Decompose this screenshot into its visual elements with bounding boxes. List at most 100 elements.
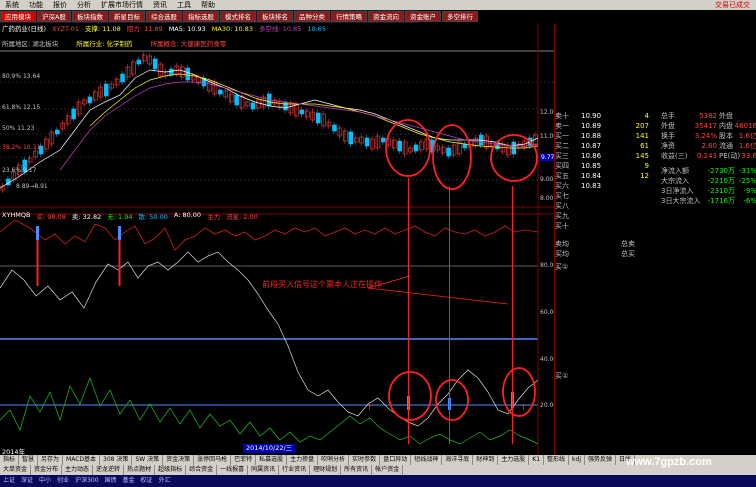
info-tab-8[interactable]: 同属资讯 (248, 465, 280, 475)
candle (462, 143, 468, 149)
market-tab-6[interactable]: 基金 (120, 475, 138, 487)
tab-money-flow[interactable]: 资金流向 (367, 11, 404, 22)
candle (435, 145, 440, 151)
info-tab-10[interactable]: 理财规划 (310, 465, 342, 475)
tab-new-target[interactable]: 新星目标 (108, 11, 145, 22)
info-tab-6[interactable]: 综合资金 (186, 465, 218, 475)
info-tab-1[interactable]: 资金分布 (31, 465, 63, 475)
indicator-tab-0[interactable]: 指标 (0, 455, 20, 465)
kline-chart[interactable]: ↑ ↑ (0, 23, 554, 455)
indicator-c: 无: 1.94 (107, 213, 133, 221)
menu-analysis[interactable]: 分析 (72, 0, 96, 10)
info-tab-3[interactable]: 逆龙逆转 (93, 465, 125, 475)
quote-vol: 12 (640, 172, 649, 180)
menu-extended-market[interactable]: 扩展市场行情 (96, 0, 148, 10)
candle (120, 73, 125, 83)
tab-combined-pick[interactable]: 综合选股 (145, 11, 182, 22)
indicator-tab-18[interactable]: K1 (529, 455, 545, 465)
menu-system[interactable]: 系统 (0, 0, 24, 10)
tab-app-module[interactable]: 应用模块 (0, 11, 36, 22)
info-tab-5[interactable]: 超级指标 (155, 465, 187, 475)
indicator-tab-11[interactable]: 吹哨分析 (318, 455, 350, 465)
market-tab-3[interactable]: 创业 (54, 475, 72, 487)
tab-mode-rank[interactable]: 模式排名 (219, 11, 256, 22)
buy-side-row-2[interactable]: 买① (555, 371, 756, 381)
indicator-tab-21[interactable]: 强势反弹 (585, 455, 617, 465)
indicator-tab-17[interactable]: 主力选股 (498, 455, 530, 465)
candle (446, 147, 451, 157)
indicator-tab-10[interactable]: 主力掺盘 (287, 455, 319, 465)
indicator-tab-13[interactable]: 盘口异动 (380, 455, 412, 465)
info-tab-4[interactable]: 热点题材 (124, 465, 156, 475)
indicator-tab-5[interactable]: SW 决策 (132, 455, 164, 465)
candle (397, 140, 402, 152)
indicator-tab-8[interactable]: 巴菲特 (231, 455, 257, 465)
info-tab-0[interactable]: 大单资金 (0, 465, 32, 475)
industry-label: 所属行业: 化学制药 (76, 40, 133, 48)
trade-status[interactable]: 交易已成交 (710, 0, 756, 10)
indicator-tab-15[interactable]: 海洋寻底 (442, 455, 474, 465)
indicator-tab-4[interactable]: 308 决策 (100, 455, 133, 465)
quote-row[interactable]: 买十 (555, 221, 756, 231)
quote-label: 买七 (555, 192, 569, 200)
indicator-tab-19[interactable]: 整形线 (544, 455, 570, 465)
market-tab-5[interactable]: 国债 (102, 475, 120, 487)
indicator-tab-3[interactable]: MACD基本 (63, 455, 101, 465)
indicator-tab-1[interactable]: 智慧 (19, 455, 39, 465)
tab-sector-rank[interactable]: 板块排名 (256, 11, 293, 22)
candle (82, 99, 87, 105)
candle (218, 89, 223, 95)
concept-label: 所属概念: 大健康医药食零 (150, 40, 227, 48)
quote-row[interactable]: 买九 (555, 211, 756, 221)
candle (299, 109, 305, 115)
tab-indicator-pick[interactable]: 指标选股 (182, 11, 219, 22)
menu-tools[interactable]: 工具 (172, 0, 196, 10)
indicator-name[interactable]: XYHMQB (2, 211, 31, 221)
info-value-2: 33.6 (741, 152, 756, 160)
indicator-tab-16[interactable]: 财神到 (473, 455, 499, 465)
indicator-tab-14[interactable]: 短线战神 (411, 455, 443, 465)
indicator-tab-9[interactable]: 私募选股 (256, 455, 288, 465)
market-tab-2[interactable]: 中小 (36, 475, 54, 487)
indicator-tab-2[interactable]: 另存为 (38, 455, 64, 465)
market-tab-4[interactable]: 沪深300 (72, 475, 101, 487)
tab-long-short[interactable]: 多空排行 (441, 11, 478, 22)
buy-side-row[interactable]: 买① (555, 262, 756, 272)
info-tab-9[interactable]: 行业资讯 (279, 465, 311, 475)
candle (473, 137, 479, 147)
info-tab-11[interactable]: 所有资讯 (341, 465, 373, 475)
tab-sh-sz-a[interactable]: 沪深A股 (37, 11, 71, 22)
market-tab-1[interactable]: 深证 (18, 475, 36, 487)
tab-account[interactable]: 资金账户 (404, 11, 441, 22)
info-tab-7[interactable]: 一线报喜 (217, 465, 249, 475)
indicator-tab-7[interactable]: 涨停回马枪 (194, 455, 232, 465)
market-tab-7[interactable]: 权证 (138, 475, 156, 487)
market-tab-8[interactable]: 外汇 (156, 475, 174, 487)
quote-vol: 9 (644, 162, 649, 170)
quote-label: 买二 (555, 142, 569, 150)
candle (152, 58, 158, 70)
buy-side-label-2: 买① (555, 372, 569, 380)
long-short-value: 多空线: 10.85 (258, 25, 302, 33)
tab-sector-index[interactable]: 板块指数 (71, 11, 108, 22)
menu-news[interactable]: 资讯 (148, 0, 172, 10)
candle (27, 157, 33, 163)
info-tab-2[interactable]: 主力动态 (62, 465, 94, 475)
indicator-b: 卖: 32.82 (71, 213, 102, 221)
info-value: 35417 (694, 122, 717, 130)
highlight-circle-5 (435, 379, 469, 421)
flow-key: 3日净流入 (661, 187, 694, 195)
indicator-tab-20[interactable]: kdj (569, 455, 585, 465)
menu-help[interactable]: 帮助 (196, 0, 220, 10)
tab-strategy[interactable]: 行情策略 (330, 11, 367, 22)
annotation-text: 前段买入信号这个票本人正在操作 (262, 280, 382, 289)
quote-label: 买九 (555, 212, 569, 220)
indicator-tab-6[interactable]: 资金决策 (163, 455, 195, 465)
tab-category[interactable]: 品种分类 (293, 11, 330, 22)
indicator-tab-12[interactable]: 实时参数 (349, 455, 381, 465)
market-tab-0[interactable]: 上证 (0, 475, 18, 487)
info-tab-12[interactable]: 帐户资金 (372, 465, 404, 475)
menu-function[interactable]: 功能 (24, 0, 48, 10)
pct-label-5: 23.6% 9.17 (2, 167, 37, 174)
menu-quote[interactable]: 报价 (48, 0, 72, 10)
